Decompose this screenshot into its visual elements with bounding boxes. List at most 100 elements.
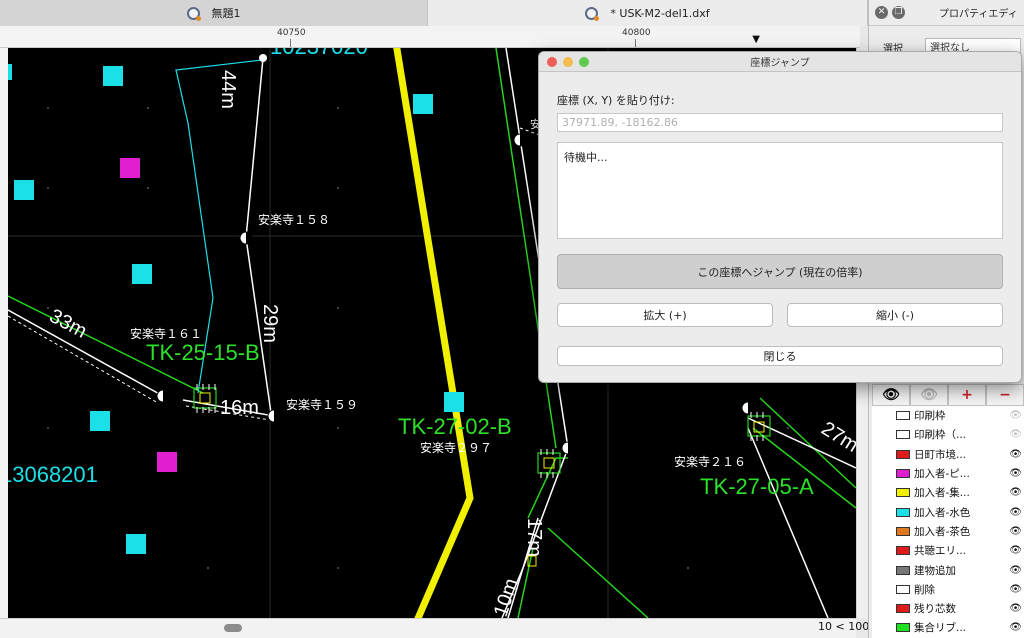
vertical-ruler	[0, 48, 8, 618]
ruler-label: 40800	[622, 28, 651, 38]
layer-row[interactable]: 建物追加 👁	[872, 560, 1024, 579]
layer-color-swatch	[896, 623, 910, 633]
map-label-16m: 16m	[220, 397, 259, 419]
status-log: 待機中...	[557, 142, 1003, 239]
dialog-title: 座標ジャンプ	[750, 58, 810, 69]
zoom-in-button[interactable]: 拡大 (+)	[557, 303, 773, 327]
close-window-button[interactable]	[547, 57, 557, 67]
tab-untitled[interactable]: 無題1	[0, 0, 428, 26]
ruler-marker-icon: ▼	[752, 34, 760, 45]
tab-dxf-file[interactable]: * USK-M2-del1.dxf	[428, 0, 868, 26]
layer-visibility-eye-icon[interactable]: 👁	[1009, 584, 1022, 595]
map-label-29m: 29m	[259, 304, 281, 343]
ruler-tick	[635, 39, 636, 47]
ruler-tick	[290, 39, 291, 47]
maximize-window-button[interactable]	[579, 57, 589, 67]
map-label-27m: 27m	[817, 418, 856, 457]
app-window: 無題1 * USK-M2-del1.dxf 40750 40800 ▼ 1306…	[0, 0, 1024, 638]
layer-name: 加入者-水色	[914, 506, 971, 519]
close-icon[interactable]: ✕	[875, 6, 888, 19]
layer-visibility-eye-icon[interactable]: 👁	[1009, 468, 1022, 479]
layer-color-swatch	[896, 469, 910, 479]
layer-visibility-eye-icon[interactable]: 👁	[1009, 507, 1022, 518]
horizontal-scrollbar[interactable]	[0, 618, 856, 638]
layer-color-swatch	[896, 449, 910, 459]
layer-visibility-eye-icon[interactable]: 👁	[1009, 565, 1022, 576]
layer-row[interactable]: 削除 👁	[872, 580, 1024, 599]
coordinate-jump-dialog: 座標ジャンプ 座標 (X, Y) を貼り付け: 37971.89, -18162…	[538, 51, 1022, 383]
document-icon	[585, 6, 600, 21]
layer-row[interactable]: 集合リブ... 👁	[872, 618, 1024, 637]
yellow-cable-line	[393, 48, 474, 618]
layer-name: 加入者-ピ...	[914, 468, 970, 481]
tab-label: * USK-M2-del1.dxf	[610, 6, 710, 20]
layer-row[interactable]: 加入者-茶色 👁	[872, 522, 1024, 541]
layer-visibility-eye-icon[interactable]: 👁	[1009, 449, 1022, 460]
layer-visibility-eye-icon[interactable]: 👁	[1009, 545, 1022, 556]
layer-visibility-eye-icon[interactable]: 👁	[1009, 603, 1022, 614]
layer-visibility-eye-icon[interactable]: 👁	[1009, 622, 1022, 633]
show-all-layers-eye-icon[interactable]: 👁	[872, 384, 910, 406]
layer-color-swatch	[896, 488, 910, 498]
scrollbar-thumb[interactable]	[224, 624, 242, 632]
close-dialog-button[interactable]: 閉じる	[557, 346, 1003, 366]
layer-row[interactable]: 共聴エリ... 👁	[872, 541, 1024, 560]
map-label-33m: 33m	[46, 305, 91, 343]
layer-visibility-eye-icon[interactable]: 👁	[1009, 526, 1022, 537]
map-label-tk-27-02-b: TK-27-02-B	[398, 414, 512, 439]
layer-color-swatch	[896, 526, 910, 536]
layer-name: 建物追加	[914, 564, 956, 577]
layer-row[interactable]: 日町市境... 👁	[872, 445, 1024, 464]
layer-name: 残り芯数	[914, 603, 956, 616]
layer-color-swatch	[896, 507, 910, 517]
document-icon	[186, 6, 201, 21]
layer-color-swatch	[896, 546, 910, 556]
zoom-out-button[interactable]: 縮小 (-)	[787, 303, 1003, 327]
map-label-10m: 10m	[490, 576, 523, 618]
layer-row[interactable]: 加入者-集... 👁	[872, 483, 1024, 502]
layer-list: 印刷枠 👁 印刷枠（... 👁 日町市境... 👁 加入者-ピ... 👁 加入者-集... 👁 加入…	[872, 406, 1024, 638]
layer-visibility-eye-icon[interactable]: 👁	[1009, 410, 1022, 421]
layer-name: 加入者-集...	[914, 487, 970, 500]
panel-header: ✕ ❐ プロパティエディ	[869, 0, 1024, 26]
ruler-label: 40750	[277, 28, 306, 38]
layer-name: 集合リブ...	[914, 622, 967, 635]
layer-color-swatch	[896, 584, 910, 594]
jump-to-coordinate-button[interactable]: この座標へジャンプ (現在の倍率)	[557, 254, 1003, 289]
layer-name: 印刷枠（...	[914, 429, 967, 442]
layer-visibility-eye-icon[interactable]: 👁	[1009, 487, 1022, 498]
map-label-44m: 44m	[217, 70, 239, 109]
map-label-anrakuji-161: 安楽寺１６１	[130, 326, 202, 341]
map-label-top-number: 10237020	[270, 48, 368, 59]
map-label-anrakuji-216: 安楽寺２１６	[674, 454, 746, 469]
remove-layer-minus-icon[interactable]: −	[986, 384, 1024, 406]
layer-toolbar: 👁 👁 + −	[872, 384, 1024, 406]
layer-row[interactable]: 加入者-水色 👁	[872, 502, 1024, 521]
layer-row[interactable]: 印刷枠（... 👁	[872, 425, 1024, 444]
add-layer-plus-icon[interactable]: +	[948, 384, 986, 406]
layer-row[interactable]: 加入者-ピ... 👁	[872, 464, 1024, 483]
coordinate-label: 座標 (X, Y) を貼り付け:	[557, 94, 675, 107]
layer-row[interactable]: 印刷枠 👁	[872, 406, 1024, 425]
map-label-tk-27-05-a: TK-27-05-A	[700, 474, 814, 499]
dialog-titlebar: 座標ジャンプ	[539, 52, 1021, 72]
map-label-17m: 17m	[523, 518, 545, 557]
map-label-anrakuji-297: 安楽寺２９７	[420, 440, 492, 455]
layer-row[interactable]: 残り芯数 👁	[872, 599, 1024, 618]
layer-name: 日町市境...	[914, 448, 967, 461]
map-label-anrakuji-158: 安楽寺１５８	[258, 212, 330, 227]
dashed-lines	[8, 127, 549, 421]
minimize-window-button[interactable]	[563, 57, 573, 67]
detach-icon[interactable]: ❐	[892, 6, 905, 19]
map-label-anrakuji-159: 安楽寺１５９	[286, 397, 358, 412]
coordinate-input[interactable]: 37971.89, -18162.86	[557, 113, 1003, 132]
map-label-tk-25-15-b: TK-25-15-B	[146, 340, 260, 365]
layer-visibility-eye-icon[interactable]: 👁	[1009, 429, 1022, 440]
hide-all-layers-eye-icon[interactable]: 👁	[910, 384, 948, 406]
tab-label: 無題1	[211, 7, 241, 20]
subscriber-markers-magenta	[120, 158, 177, 472]
layer-name: 加入者-茶色	[914, 525, 971, 538]
scale-indicator: 10 < 100	[818, 620, 870, 633]
layer-name: 共聴エリ...	[914, 545, 967, 558]
layer-name: 削除	[914, 583, 935, 596]
